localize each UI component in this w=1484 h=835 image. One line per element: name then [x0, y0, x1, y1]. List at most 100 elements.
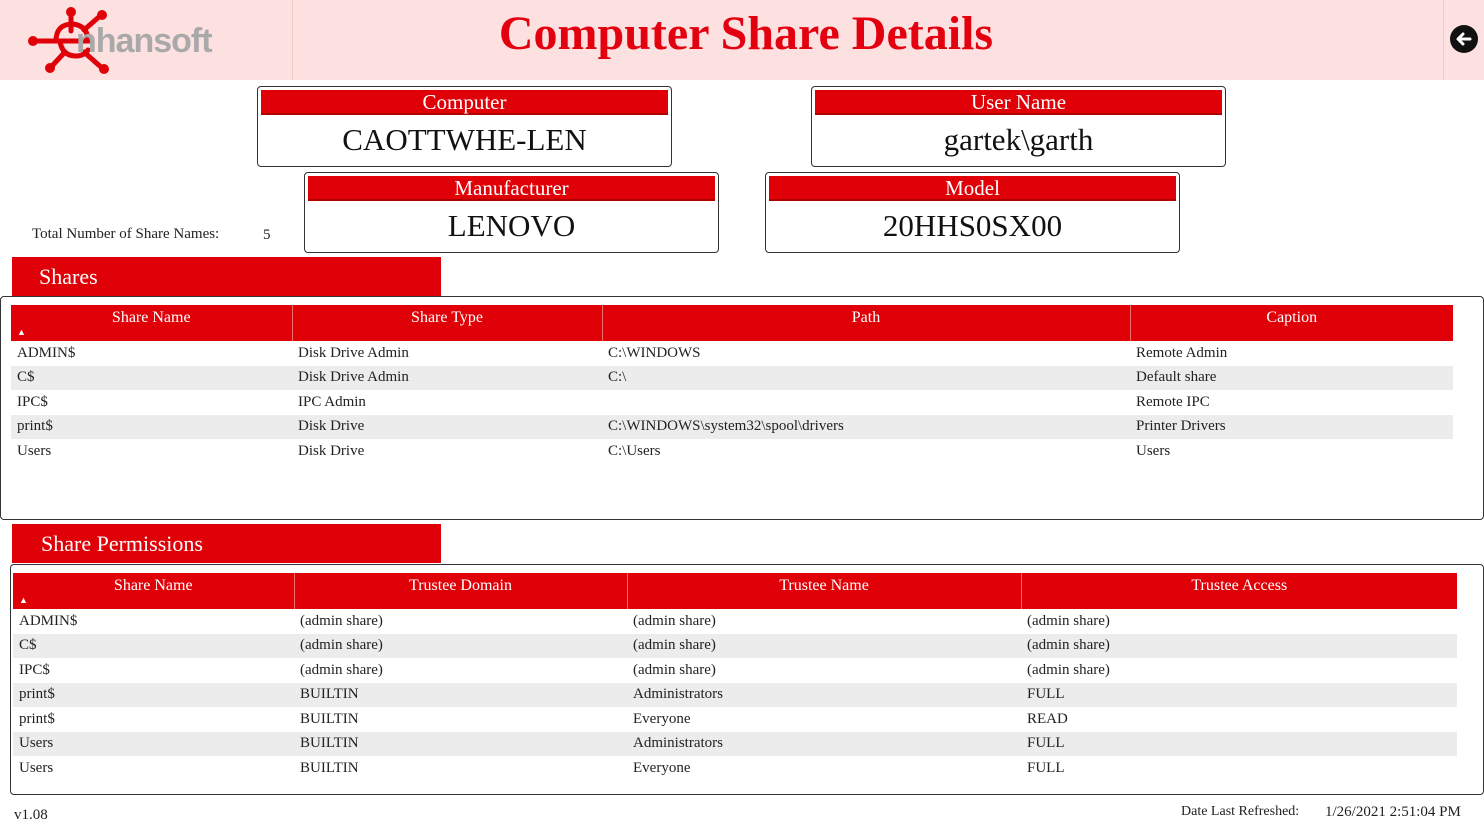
column-header-share-name[interactable]: Share Name ▲ — [11, 305, 293, 341]
table-cell: FULL — [1021, 682, 1457, 707]
version-label: v1.08 — [14, 807, 48, 823]
table-row[interactable]: ADMIN$ Disk Drive Admin C:\WINDOWS Remote A… — [11, 341, 1453, 366]
model-card: Model 20HHS0SX00 — [765, 172, 1180, 253]
table-cell: FULL — [1021, 731, 1457, 756]
table-cell: print$ — [13, 682, 294, 707]
column-header-path[interactable]: Path — [602, 305, 1131, 341]
table-row[interactable]: ADMIN$ (admin share) (admin share) (admin s… — [13, 609, 1457, 634]
logo: nhansoft — [0, 0, 293, 80]
table-cell: (admin share) — [1021, 633, 1457, 658]
table-cell: (admin share) — [633, 612, 716, 629]
table-cell: (admin share) — [300, 661, 383, 678]
table-cell: BUILTIN — [300, 759, 359, 776]
table-cell: C:\WINDOWS\system32\spool\drivers — [602, 414, 1130, 439]
table-cell: ADMIN$ — [19, 612, 78, 629]
table-cell: Printer Drivers — [1130, 414, 1453, 439]
table-row[interactable]: Users BUILTIN Administrators FULL — [13, 731, 1457, 756]
user-name-label: User Name — [815, 90, 1222, 115]
manufacturer-label: Manufacturer — [308, 176, 715, 201]
shares-table: Share Name ▲ Share Type Path Caption ADMI… — [11, 305, 1453, 464]
sort-ascending-icon[interactable]: ▲ — [17, 328, 26, 337]
table-cell: Everyone — [633, 759, 691, 776]
table-cell: Disk Drive — [298, 442, 365, 459]
user-name-card: User Name gartek\garth — [811, 86, 1226, 167]
table-cell: IPC$ — [19, 661, 50, 678]
computer-value: CAOTTWHE-LEN — [342, 122, 587, 157]
table-cell: Users — [13, 731, 294, 756]
table-cell: print$ — [19, 710, 55, 727]
table-cell: BUILTIN — [294, 731, 627, 756]
table-cell: (admin share) — [633, 661, 716, 678]
table-row[interactable]: Users Disk Drive C:\Users Users — [11, 439, 1453, 464]
table-cell: Administrators — [627, 731, 1021, 756]
table-cell: Users — [17, 442, 52, 459]
manufacturer-card: Manufacturer LENOVO — [304, 172, 719, 253]
table-cell: (admin share) — [300, 612, 383, 629]
table-cell: READ — [1027, 710, 1068, 727]
column-header-share-name[interactable]: Share Name ▲ — [13, 573, 295, 609]
total-share-names-label: Total Number of Share Names: — [32, 226, 220, 242]
column-header-label: Share Name — [111, 309, 191, 326]
table-cell: Everyone — [633, 710, 691, 727]
table-cell: Administrators — [627, 682, 1021, 707]
date-last-refreshed-label: Date Last Refreshed: — [1181, 804, 1300, 819]
table-cell: (admin share) — [294, 633, 627, 658]
back-arrow-icon — [1456, 32, 1472, 46]
table-cell: Disk Drive — [292, 414, 602, 439]
table-cell — [602, 390, 1130, 415]
model-value: 20HHS0SX00 — [882, 208, 1063, 243]
table-row[interactable]: C$ (admin share) (admin share) (admin share… — [13, 633, 1457, 658]
table-cell: C$ — [13, 633, 294, 658]
table-row[interactable]: IPC$ IPC Admin Remote IPC — [11, 390, 1453, 415]
back-button[interactable] — [1450, 25, 1478, 53]
sort-ascending-icon[interactable]: ▲ — [19, 596, 28, 605]
table-row[interactable]: C$ Disk Drive Admin C:\ Default share — [11, 365, 1453, 390]
total-share-names-value: 5 — [263, 227, 271, 243]
column-header-share-type[interactable]: Share Type — [292, 305, 603, 341]
table-cell: FULL — [1027, 759, 1065, 776]
table-cell: BUILTIN — [294, 682, 627, 707]
table-cell: IPC$ — [17, 393, 48, 410]
share-permissions-table: Share Name ▲ Trustee Domain Trustee Name … — [13, 573, 1457, 781]
share-permissions-section-title: Share Permissions — [12, 524, 441, 563]
table-cell: C:\WINDOWS — [608, 344, 701, 361]
column-header-trustee-name[interactable]: Trustee Name — [627, 573, 1022, 609]
table-cell: C$ — [11, 365, 292, 390]
table-cell: IPC Admin — [298, 393, 366, 410]
column-header-caption[interactable]: Caption — [1130, 305, 1453, 341]
table-row[interactable]: Users BUILTIN Everyone FULL — [13, 756, 1457, 781]
table-cell: (admin share) — [1027, 661, 1110, 678]
table-cell: Users — [1136, 442, 1171, 459]
column-header-label: Share Name — [113, 577, 193, 594]
shares-panel: Share Name ▲ Share Type Path Caption ADMI… — [0, 296, 1484, 520]
table-cell: (admin share) — [627, 633, 1021, 658]
table-cell: print$ — [11, 414, 292, 439]
table-cell: Disk Drive Admin — [292, 365, 602, 390]
table-cell: (admin share) — [1027, 612, 1110, 629]
model-label: Model — [769, 176, 1176, 201]
table-cell: Remote IPC — [1136, 393, 1210, 410]
computer-label: Computer — [261, 90, 668, 115]
page-title: Computer Share Details — [498, 7, 994, 60]
shares-section-title: Shares — [12, 257, 441, 296]
logo-text: nhansoft — [76, 22, 213, 60]
table-cell: Remote Admin — [1136, 344, 1228, 361]
table-row[interactable]: print$ Disk Drive C:\WINDOWS\system32\spoo… — [11, 414, 1453, 439]
table-row[interactable]: print$ BUILTIN Everyone READ — [13, 707, 1457, 732]
header-bar: nhansoft Computer Share Details — [0, 0, 1484, 80]
date-last-refreshed-value: 1/26/2021 2:51:04 PM — [1325, 804, 1461, 820]
table-cell: C:\Users — [608, 442, 661, 459]
shares-header-row: Share Name ▲ Share Type Path Caption — [11, 305, 1453, 341]
table-cell: C:\ — [602, 365, 1130, 390]
column-header-trustee-access[interactable]: Trustee Access — [1021, 573, 1457, 609]
user-name-value: gartek\garth — [943, 122, 1094, 157]
manufacturer-value: LENOVO — [447, 208, 576, 243]
back-button-area[interactable] — [1443, 0, 1484, 80]
table-row[interactable]: IPC$ (admin share) (admin share) (admin sha… — [13, 658, 1457, 683]
table-cell: Users — [19, 759, 54, 776]
table-row[interactable]: print$ BUILTIN Administrators FULL — [13, 682, 1457, 707]
column-header-trustee-domain[interactable]: Trustee Domain — [294, 573, 628, 609]
share-permissions-panel: Share Name ▲ Trustee Domain Trustee Name … — [10, 564, 1484, 795]
table-cell: Default share — [1130, 365, 1453, 390]
table-cell: ADMIN$ — [17, 344, 76, 361]
